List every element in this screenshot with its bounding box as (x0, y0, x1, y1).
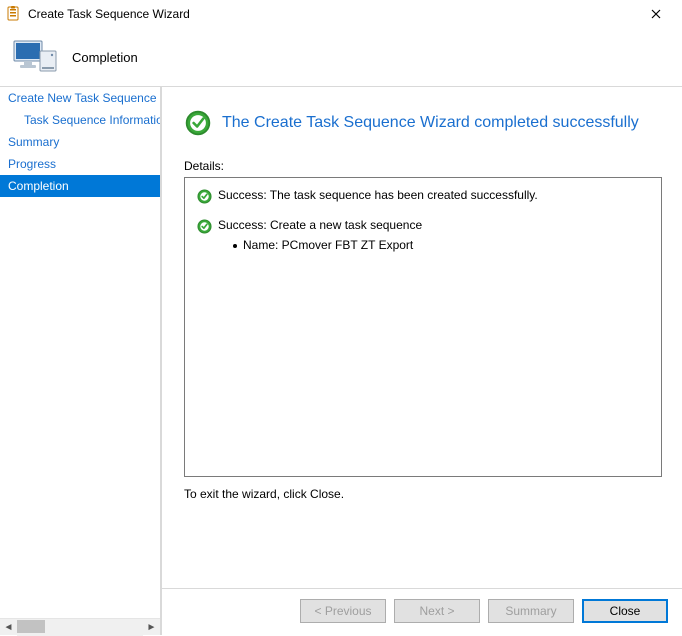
status-message: Success: The task sequence has been crea… (197, 188, 649, 204)
status-message-text: Success: The task sequence has been crea… (218, 188, 538, 202)
wizard-footer: < Previous Next > Summary Close (162, 588, 682, 635)
close-button[interactable]: Close (582, 599, 668, 623)
wizard-sidebar: Create New Task SequenceTask Sequence In… (0, 87, 162, 635)
status-message-text: Success: Create a new task sequence (218, 218, 422, 232)
scroll-track[interactable] (17, 619, 143, 636)
computer-icon (12, 37, 60, 77)
window-close-button[interactable] (636, 2, 676, 26)
success-check-icon (197, 189, 212, 204)
completion-headline-text: The Create Task Sequence Wizard complete… (222, 114, 639, 132)
completion-headline: The Create Task Sequence Wizard complete… (184, 109, 662, 137)
sidebar-item-summary[interactable]: Summary (0, 131, 160, 153)
sidebar-item-task-sequence-information[interactable]: Task Sequence Information (0, 109, 160, 131)
bullet-icon (233, 244, 237, 248)
page-title: Completion (72, 50, 138, 65)
details-label: Details: (184, 159, 662, 173)
status-message-detail-text: Name: PCmover FBT ZT Export (243, 238, 413, 252)
success-check-icon (184, 109, 212, 137)
scroll-thumb[interactable] (17, 620, 45, 633)
sidebar-item-completion[interactable]: Completion (0, 175, 160, 197)
success-check-icon (197, 219, 212, 234)
titlebar: Create Task Sequence Wizard (0, 0, 682, 28)
status-message: Success: Create a new task sequence (197, 218, 649, 234)
next-button: Next > (394, 599, 480, 623)
wizard-icon (6, 6, 22, 22)
sidebar-item-progress[interactable]: Progress (0, 153, 160, 175)
wizard-header: Completion (0, 28, 682, 86)
scroll-right-arrow-icon[interactable]: ► (143, 619, 160, 636)
wizard-content: The Create Task Sequence Wizard complete… (162, 87, 682, 635)
window-title: Create Task Sequence Wizard (28, 7, 636, 21)
details-box: Success: The task sequence has been crea… (184, 177, 662, 477)
status-message-detail: Name: PCmover FBT ZT Export (233, 238, 649, 252)
previous-button: < Previous (300, 599, 386, 623)
summary-button: Summary (488, 599, 574, 623)
sidebar-item-create-new-task-sequence[interactable]: Create New Task Sequence (0, 87, 160, 109)
scroll-left-arrow-icon[interactable]: ◄ (0, 619, 17, 636)
sidebar-hscrollbar[interactable]: ◄ ► (0, 618, 160, 635)
exit-hint: To exit the wizard, click Close. (184, 487, 662, 501)
